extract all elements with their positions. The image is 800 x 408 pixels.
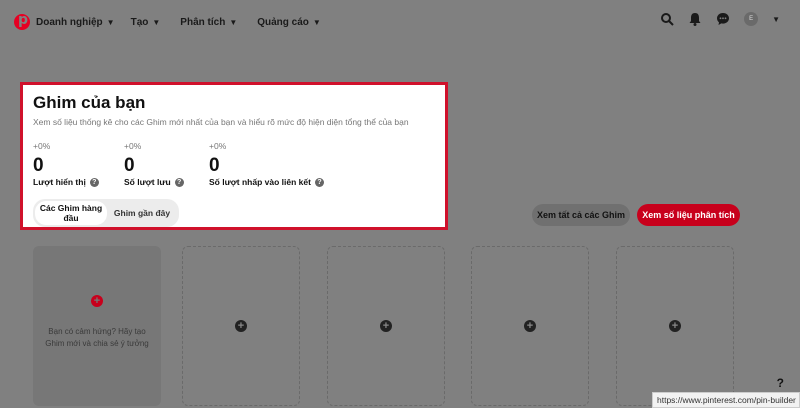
empty-pin-slot[interactable]: + bbox=[471, 246, 589, 406]
see-all-pins-button[interactable]: Xem tất cả các Ghim bbox=[532, 204, 630, 226]
nav-ads[interactable]: Quảng cáo ▼ bbox=[257, 17, 321, 28]
plus-icon[interactable]: + bbox=[380, 320, 392, 332]
pinterest-logo-icon[interactable] bbox=[14, 12, 30, 30]
bell-icon[interactable] bbox=[688, 12, 702, 26]
empty-pin-slot[interactable]: + bbox=[182, 246, 300, 406]
nav-business[interactable]: Doanh nghiệp ▼ bbox=[36, 17, 115, 28]
plus-icon[interactable]: + bbox=[235, 320, 247, 332]
help-circle-icon[interactable]: ? bbox=[174, 177, 184, 187]
empty-pin-slot[interactable]: + bbox=[327, 246, 445, 406]
create-pin-hint: Bạn có cảm hứng? Hãy tạo Ghim mới và chi… bbox=[45, 327, 149, 348]
create-pin-card[interactable]: + Bạn có cảm hứng? Hãy tạo Ghim mới và c… bbox=[33, 246, 161, 406]
nav-create[interactable]: Tạo ▼ bbox=[131, 17, 161, 28]
plus-icon[interactable]: + bbox=[91, 295, 103, 307]
see-analytics-button[interactable]: Xem số liệu phân tích bbox=[637, 204, 740, 226]
stat-impressions: +0% 0 Lượt hiển thị ? bbox=[33, 141, 124, 187]
nav-business-label: Doanh nghiệp bbox=[36, 16, 103, 28]
nav-right-icons: E ▼ bbox=[660, 12, 780, 26]
stat-label: Lượt hiển thị ? bbox=[33, 177, 124, 187]
stat-label: Số lượt lưu ? bbox=[124, 177, 209, 187]
chevron-down-icon: ▼ bbox=[106, 17, 115, 27]
stat-value: 0 bbox=[209, 155, 220, 176]
chevron-down-icon[interactable]: ▼ bbox=[772, 15, 780, 24]
chevron-down-icon: ▼ bbox=[152, 17, 161, 27]
nav-analytics-label: Phân tích bbox=[180, 16, 226, 28]
help-circle-icon[interactable]: ? bbox=[89, 177, 99, 187]
help-button[interactable]: ? bbox=[777, 376, 784, 390]
stat-label-text: Số lượt lưu bbox=[124, 177, 171, 187]
stat-delta: +0% bbox=[209, 141, 227, 151]
status-bar-url: https://www.pinterest.com/pin-builder bbox=[652, 392, 800, 408]
tab-top-pins[interactable]: Các Ghim hàng đầu bbox=[35, 201, 107, 225]
empty-pin-slot[interactable]: + bbox=[616, 246, 734, 406]
search-icon[interactable] bbox=[660, 12, 674, 26]
stat-value: 0 bbox=[124, 155, 135, 176]
stat-label-text: Lượt hiển thị bbox=[33, 177, 86, 187]
stat-saves: +0% 0 Số lượt lưu ? bbox=[124, 141, 209, 187]
stat-value: 0 bbox=[33, 155, 44, 176]
stat-delta: +0% bbox=[33, 141, 51, 151]
chevron-down-icon: ▼ bbox=[312, 17, 321, 27]
plus-icon[interactable]: + bbox=[669, 320, 681, 332]
your-pins-card: Ghim của bạn Xem số liệu thống kê cho cá… bbox=[20, 82, 448, 230]
card-subtitle: Xem số liệu thống kê cho các Ghim mới nh… bbox=[33, 117, 409, 127]
stats-row: +0% 0 Lượt hiển thị ? +0% 0 Số lượt lưu … bbox=[33, 141, 435, 187]
tab-recent-pins[interactable]: Ghim gần đây bbox=[107, 201, 177, 225]
avatar[interactable]: E bbox=[744, 12, 759, 26]
nav-analytics[interactable]: Phân tích ▼ bbox=[180, 17, 237, 28]
plus-icon[interactable]: + bbox=[524, 320, 536, 332]
nav-ads-label: Quảng cáo bbox=[257, 16, 309, 28]
stat-link-clicks: +0% 0 Số lượt nhấp vào liên kết ? bbox=[209, 141, 349, 187]
stat-delta: +0% bbox=[124, 141, 142, 151]
chevron-down-icon: ▼ bbox=[229, 17, 238, 27]
help-circle-icon[interactable]: ? bbox=[314, 177, 324, 187]
nav-create-label: Tạo bbox=[130, 16, 149, 28]
messages-icon[interactable] bbox=[716, 12, 730, 26]
top-nav: Doanh nghiệp ▼ Tạo ▼ Phân tích ▼ Quảng c… bbox=[0, 0, 800, 44]
pins-filter-toggle: Các Ghim hàng đầu Ghim gần đây bbox=[33, 199, 179, 227]
card-title: Ghim của bạn bbox=[33, 93, 146, 112]
stat-label-text: Số lượt nhấp vào liên kết bbox=[209, 177, 311, 187]
stat-label: Số lượt nhấp vào liên kết ? bbox=[209, 177, 349, 187]
